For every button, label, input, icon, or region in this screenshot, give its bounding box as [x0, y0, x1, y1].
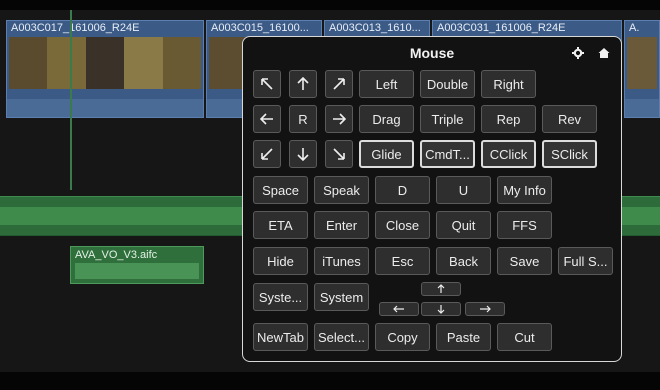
clip-title: A003C017_161006_R24E [11, 22, 140, 34]
back-button[interactable]: Back [436, 247, 491, 275]
arrow-down-left-icon [261, 148, 273, 160]
arrow-up-button[interactable] [289, 70, 317, 98]
u-button[interactable]: U [436, 176, 491, 204]
full-screen-button[interactable]: Full S... [558, 247, 613, 275]
glide-button[interactable]: Glide [359, 140, 414, 168]
clip-title: A003C031_161006_R24E [437, 22, 566, 34]
ffs-button[interactable]: FFS [497, 211, 552, 239]
cut-button[interactable]: Cut [497, 323, 552, 351]
arrow-down-icon [297, 148, 309, 161]
mouse-panel: Mouse Left Double Right R Drag Triple Re… [242, 36, 622, 362]
panel-title: Mouse [409, 45, 455, 61]
save-button[interactable]: Save [497, 247, 552, 275]
select-all-button[interactable]: Select... [314, 323, 369, 351]
rev-button[interactable]: Rev [542, 105, 597, 133]
arrow-left-icon [260, 113, 273, 125]
clip-thumbnails [9, 37, 202, 89]
arrow-up-icon [297, 77, 309, 90]
arrow-up-right-button[interactable] [325, 70, 353, 98]
r-button[interactable]: R [289, 105, 317, 133]
quit-button[interactable]: Quit [436, 211, 491, 239]
shift-click-button[interactable]: SClick [542, 140, 597, 168]
key-up-button[interactable] [421, 282, 461, 296]
esc-button[interactable]: Esc [375, 247, 430, 275]
arrow-up-right-icon [333, 78, 345, 90]
cmd-click-button[interactable]: CClick [481, 140, 536, 168]
key-down-button[interactable] [421, 302, 461, 316]
itunes-button[interactable]: iTunes [314, 247, 369, 275]
audio-clip-label: AVA_VO_V3.aifc [75, 249, 158, 261]
arrow-right-icon [480, 305, 491, 313]
hide-button[interactable]: Hide [253, 247, 308, 275]
audio-clip[interactable]: AVA_VO_V3.aifc [70, 246, 204, 284]
clip-title: A003C013_1610... [329, 22, 421, 34]
gear-icon[interactable] [572, 46, 584, 59]
arrow-right-icon [333, 113, 346, 125]
video-clip[interactable]: A003C017_161006_R24E [6, 20, 204, 118]
arrow-down-button[interactable] [289, 140, 317, 168]
timeline-bottom-bar [0, 372, 660, 390]
paste-button[interactable]: Paste [436, 323, 491, 351]
cmd-t-button[interactable]: CmdT... [420, 140, 475, 168]
key-right-button[interactable] [465, 302, 505, 316]
arrow-down-right-icon [333, 148, 345, 160]
system-button[interactable]: System [314, 283, 369, 311]
clip-title: A. [629, 22, 640, 34]
drag-button[interactable]: Drag [359, 105, 414, 133]
my-info-button[interactable]: My Info [497, 176, 552, 204]
new-tab-button[interactable]: NewTab [253, 323, 308, 351]
system-short-button[interactable]: Syste... [253, 283, 308, 311]
right-click-button[interactable]: Right [481, 70, 536, 98]
left-click-button[interactable]: Left [359, 70, 414, 98]
triple-click-button[interactable]: Triple [420, 105, 475, 133]
arrow-left-icon [393, 305, 404, 313]
key-left-button[interactable] [379, 302, 419, 316]
eta-button[interactable]: ETA [253, 211, 308, 239]
close-button[interactable]: Close [375, 211, 430, 239]
arrow-right-button[interactable] [325, 105, 353, 133]
double-click-button[interactable]: Double [420, 70, 475, 98]
speak-button[interactable]: Speak [314, 176, 369, 204]
enter-button[interactable]: Enter [314, 211, 369, 239]
space-button[interactable]: Space [253, 176, 308, 204]
playhead[interactable] [70, 10, 72, 190]
arrow-down-right-button[interactable] [325, 140, 353, 168]
video-clip[interactable]: A. [624, 20, 660, 118]
arrow-up-left-icon [261, 78, 273, 90]
arrow-down-icon [437, 305, 445, 314]
arrow-up-left-button[interactable] [253, 70, 281, 98]
copy-button[interactable]: Copy [375, 323, 430, 351]
arrow-left-button[interactable] [253, 105, 281, 133]
d-button[interactable]: D [375, 176, 430, 204]
timeline-top-bar [0, 0, 660, 10]
arrow-down-left-button[interactable] [253, 140, 281, 168]
arrow-up-icon [437, 284, 445, 293]
clip-title: A003C015_16100... [211, 22, 309, 34]
home-icon[interactable] [598, 46, 610, 58]
rep-button[interactable]: Rep [481, 105, 536, 133]
